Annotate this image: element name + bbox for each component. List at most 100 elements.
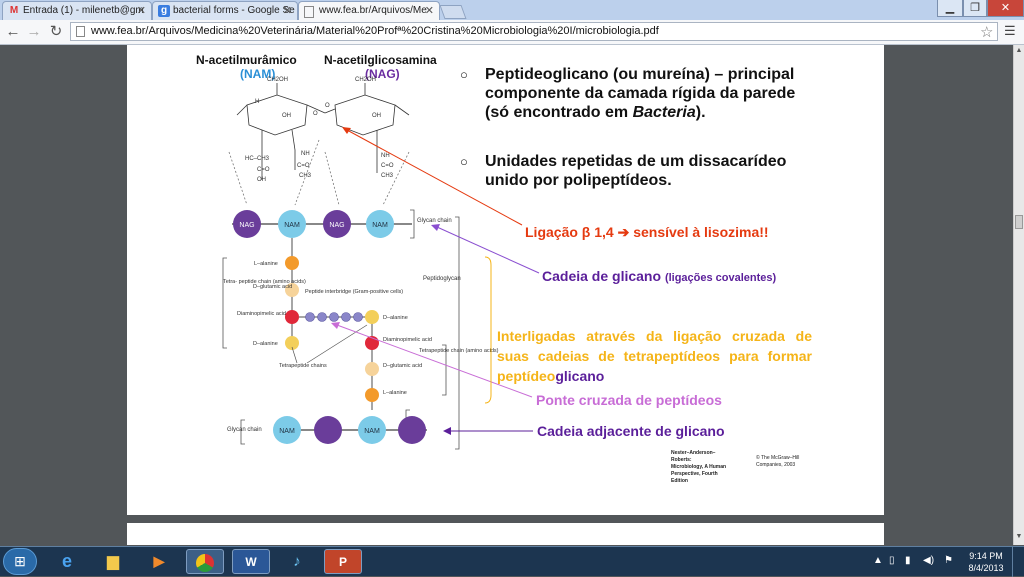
tray-arrow-icon[interactable]: ▲ (873, 555, 883, 566)
clock-date: 8/4/2013 (968, 563, 1004, 573)
google-icon: g (158, 5, 170, 17)
svg-text:CH2OH: CH2OH (355, 77, 376, 83)
svg-text:CH3: CH3 (381, 173, 394, 179)
pointer-lines (291, 324, 368, 364)
svg-text:CH2OH: CH2OH (267, 77, 288, 83)
brackets (222, 209, 460, 450)
l-alanine-label: L–alanine (254, 261, 278, 267)
diaminopimelic-label: Diaminopimelic acid (237, 311, 286, 317)
left-peptide-labels: L–alanine D–glutamic acid Diaminopimelic… (223, 261, 306, 347)
sugar-label: NAM (372, 222, 388, 229)
right-peptide-labels: D–alanine Diaminopimelic acid D–glutamic… (279, 315, 499, 396)
vertical-scrollbar[interactable]: ▲ ▼ (1013, 45, 1024, 545)
svg-text:OH: OH (282, 113, 291, 119)
nam-structure (236, 83, 326, 180)
bridge-ball (353, 312, 363, 322)
show-desktop-button[interactable] (1012, 547, 1024, 577)
browser-toolbar: ← → ↻ www.fea.br/Arquivos/Medicina%20Vet… (0, 20, 1024, 45)
powerpoint-icon[interactable]: P (324, 549, 362, 574)
bookmark-star-icon[interactable]: ☆ (980, 23, 993, 41)
bridge-ball (341, 312, 351, 322)
chrome-icon[interactable] (186, 549, 224, 574)
arrowhead-icon (342, 127, 351, 134)
peptidoglycan-diagram: CH2OH CH2OH H O OH OH O HC–CH3 C=O OH NH C=O CH3… (222, 77, 540, 450)
menu-icon[interactable]: ☰ (1004, 23, 1016, 39)
signal-icon[interactable]: ▮ (905, 555, 911, 566)
tab-pdf[interactable]: www.fea.br/Arquivos/Me ✕ (298, 1, 440, 20)
device-icon[interactable]: ▯ (889, 555, 895, 566)
page-icon (304, 6, 314, 18)
l-alanine-label: L–alanine (383, 390, 407, 396)
svg-text:NH: NH (301, 151, 310, 157)
back-button[interactable]: ← (4, 23, 22, 41)
l-alanine-ball (365, 388, 379, 402)
svg-text:OH: OH (372, 113, 381, 119)
svg-text:C=O: C=O (297, 163, 310, 169)
start-button[interactable]: ⊞ (3, 548, 37, 575)
clock[interactable]: 9:14 PM 8/4/2013 (966, 550, 1006, 574)
close-icon[interactable]: ✕ (425, 4, 434, 17)
tab-google[interactable]: g bacterial forms - Google Se ✕ (152, 1, 298, 20)
arrowhead-icon (443, 427, 451, 435)
url-text: www.fea.br/Arquivos/Medicina%20Veterinár… (91, 25, 659, 37)
address-bar[interactable]: www.fea.br/Arquivos/Medicina%20Veterinár… (70, 22, 998, 41)
d-glutamic-label: D–glutamic acid (383, 363, 422, 369)
scroll-down-icon[interactable]: ▼ (1015, 533, 1023, 540)
pdf-next-page (127, 523, 884, 545)
interbridge-label: Peptide interbridge (Gram-positive cells… (305, 289, 403, 295)
d-alanine-ball (365, 310, 379, 324)
d-alanine-label: D–alanine (383, 315, 408, 321)
nag-sugar (314, 416, 342, 444)
minimize-button[interactable]: ▁ (937, 0, 963, 17)
svg-text:O: O (313, 111, 318, 117)
sugar-label: NAM (364, 428, 380, 435)
scroll-up-icon[interactable]: ▲ (1015, 47, 1023, 54)
close-icon[interactable]: ✕ (137, 4, 146, 17)
glycan-chain-label: Glycan chain (227, 427, 262, 433)
nag-sugar (398, 416, 426, 444)
reload-button[interactable]: ↻ (47, 23, 65, 41)
peptide-interbridge (305, 312, 363, 322)
nag-structure (324, 83, 410, 173)
svg-text:O: O (325, 103, 330, 109)
peptidoglycan-label: Peptidoglycan (423, 276, 461, 282)
page-icon (76, 26, 85, 37)
glycan-chain-label: Glycan chain (417, 218, 452, 224)
tetrapeptide-chains-label: Tetrapeptide chains (279, 363, 327, 369)
bridge-ball (305, 312, 315, 322)
itunes-icon[interactable]: ♪ (278, 549, 316, 574)
tetrapeptide-chain-label: Tetrapeptide chain (amino acids) (419, 348, 499, 354)
svg-text:NH: NH (381, 153, 390, 159)
new-tab-button[interactable] (439, 5, 467, 19)
gmail-icon: M (9, 5, 19, 16)
scroll-thumb[interactable] (1015, 215, 1023, 229)
flag-icon[interactable]: ⚑ (944, 555, 953, 566)
ie-icon[interactable]: e (48, 549, 86, 574)
l-alanine-ball (285, 256, 299, 270)
close-window-button[interactable]: ✕ (987, 0, 1024, 17)
d-alanine-label: D–alanine (253, 341, 278, 347)
forward-button[interactable]: → (25, 23, 43, 41)
maximize-button[interactable]: ❐ (963, 0, 987, 17)
close-icon[interactable]: ✕ (283, 4, 292, 17)
svg-text:OH: OH (257, 177, 266, 183)
sugar-label: NAM (284, 222, 300, 229)
tab-gmail[interactable]: M Entrada (1) - milenetb@gm ✕ (2, 1, 152, 20)
sugar-label: NAG (239, 222, 254, 229)
bridge-ball (317, 312, 327, 322)
svg-text:C=O: C=O (381, 163, 394, 169)
structure-labels: CH2OH CH2OH H O OH OH O HC–CH3 C=O OH NH C=O CH3… (245, 77, 394, 183)
clock-time: 9:14 PM (969, 551, 1003, 561)
ponte-arrow (336, 324, 533, 398)
diaminopimelic-label: Diaminopimelic acid (383, 337, 432, 343)
media-icon[interactable]: ▶ (140, 549, 178, 574)
word-icon[interactable]: W (232, 549, 270, 574)
folder-icon[interactable]: ▆ (94, 549, 132, 574)
pdf-page: N-acetilmurâmico (NAM) N-acetilglicosami… (127, 45, 884, 515)
tab-label: bacterial forms - Google Se (173, 5, 295, 16)
d-glutamic-ball (365, 362, 379, 376)
glicano-arrow (436, 226, 540, 274)
volume-icon[interactable]: ◀) (923, 555, 934, 566)
pdf-viewer[interactable]: N-acetilmurâmico (NAM) N-acetilglicosami… (0, 45, 1013, 545)
side-labels: Glycan chain Peptidoglycan Glycan chain (227, 218, 461, 433)
